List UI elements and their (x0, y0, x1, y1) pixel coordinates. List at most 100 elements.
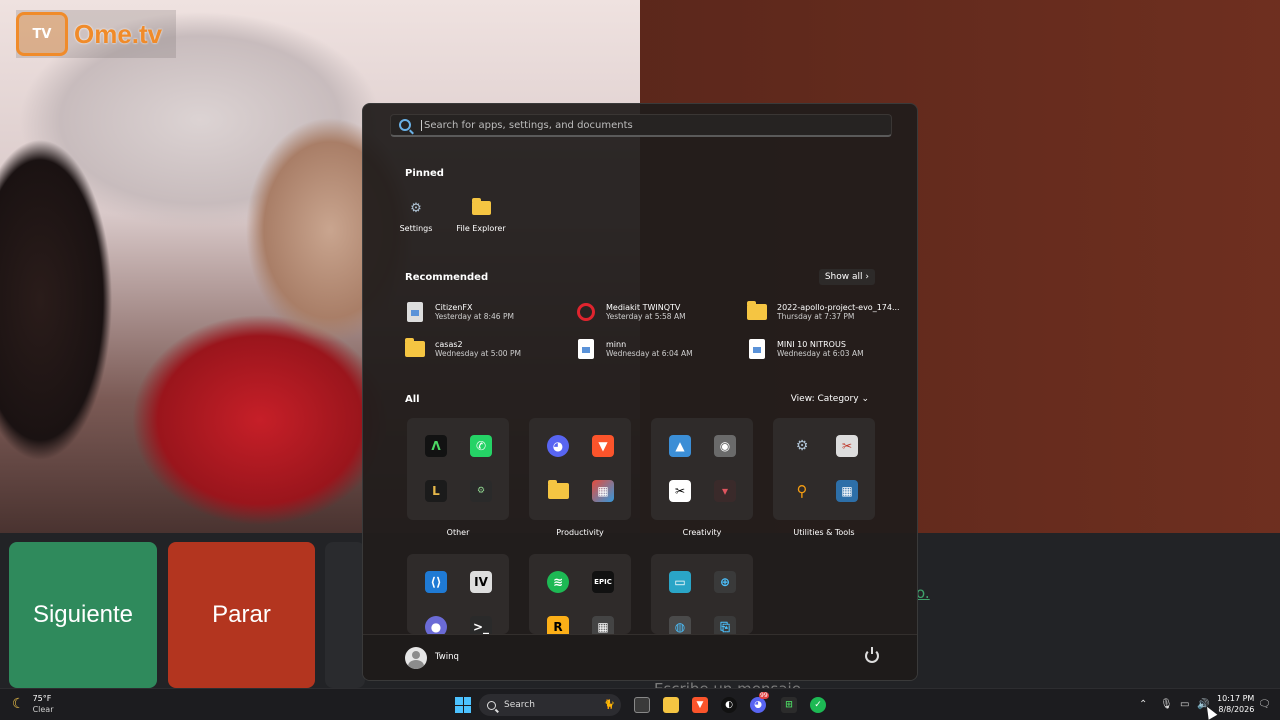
recommended-item[interactable]: casas2 Wednesday at 5:00 PM (405, 334, 565, 364)
pinned-label: Settings (399, 224, 433, 233)
recommended-item[interactable]: 2022-apollo-project-evo_174... Thursday a… (747, 297, 907, 327)
chat-link[interactable]: o. (916, 584, 930, 602)
document-icon (576, 338, 596, 360)
whatsapp-icon: ✆ (470, 435, 492, 457)
show-all-label: Show all (824, 272, 863, 282)
start-search-input[interactable] (421, 119, 881, 131)
show-all-button[interactable]: Show all › (818, 269, 875, 285)
category-group-entertainment[interactable]: ≋ EPIC R ▦ (529, 554, 631, 638)
vscode-icon: ⟨⟩ (425, 571, 447, 593)
magnifier-icon: ⊕ (714, 571, 736, 593)
chevron-right-icon: › (865, 272, 869, 282)
rec-date: Yesterday at 5:58 AM (606, 312, 686, 321)
capcut-icon: ✂ (669, 480, 691, 502)
rec-name: MINI 10 NITROUS (777, 340, 846, 349)
taskbar-search[interactable]: Search 🐈 (479, 694, 621, 716)
start-menu: Pinned ⚙ Settings File Explorer Recommen… (362, 103, 918, 681)
logo-text: Ome.tv (74, 18, 163, 49)
gear-icon: ⚙ (410, 200, 422, 216)
epic-games-icon: EPIC (592, 571, 614, 593)
ometv-logo[interactable]: TV Ome.tv (16, 10, 176, 58)
category-group-productivity[interactable]: ◕ ▼ ▦ (529, 418, 631, 520)
category-group-creativity[interactable]: ▲ ◉ ✂ ▾ (651, 418, 753, 520)
category-group-development[interactable]: ⟨⟩ IV ● >_ (407, 554, 509, 638)
screen: TV Ome.tv Siguiente Parar o. Escribe un … (0, 0, 1280, 720)
brave-icon: ▼ (592, 435, 614, 457)
pinned-heading: Pinned (405, 168, 444, 179)
microphone-icon[interactable]: 🎙 (1160, 699, 1173, 710)
camera-icon: ◉ (714, 435, 736, 457)
app-cluster-icon: ⚙ (470, 480, 492, 502)
avatar[interactable] (405, 647, 427, 669)
clock-date: 8/8/2026 (1218, 705, 1255, 714)
app-cluster-icon: ▦ (592, 480, 614, 502)
remote-desktop-icon: ▭ (669, 571, 691, 593)
discord-icon[interactable]: ◕ (750, 697, 766, 713)
group-label: Other (446, 528, 470, 537)
pinned-file-explorer[interactable]: File Explorer (449, 197, 513, 233)
search-icon (487, 700, 496, 710)
start-search-box[interactable] (390, 114, 892, 137)
group-label: Productivity (556, 528, 604, 537)
snipping-icon: ✂ (836, 435, 858, 457)
rec-name: Mediakit TWINQTV (606, 303, 681, 312)
rec-date: Thursday at 7:37 PM (777, 312, 855, 321)
recommended-item[interactable]: MINI 10 NITROUS Wednesday at 6:03 AM (747, 334, 907, 364)
all-heading: All (405, 394, 420, 405)
recommended-heading: Recommended (405, 272, 489, 283)
rec-date: Wednesday at 6:04 AM (606, 349, 693, 358)
taskbar-search-label: Search (504, 700, 535, 710)
app-icon[interactable]: ✓ (810, 697, 826, 713)
network-icon[interactable]: ▭ (1180, 699, 1189, 710)
app-icon: L (425, 480, 447, 502)
photos-icon: ▲ (669, 435, 691, 457)
windows-start-icon[interactable] (455, 697, 471, 713)
app-icon: Λ (425, 435, 447, 457)
pinned-settings[interactable]: ⚙ Settings (384, 197, 448, 234)
app-icon: IV (470, 571, 492, 593)
folder-icon (470, 197, 492, 219)
taskbar-clock[interactable]: 10:17 PM 8/8/2026 (1217, 693, 1254, 715)
category-group-utilities[interactable]: ⚙ ✂ ⚲ ▦ (773, 418, 875, 520)
folder-icon (747, 301, 767, 323)
chevron-down-icon: ⌄ (861, 394, 869, 404)
app-icon[interactable]: ⊞ (781, 697, 797, 713)
rec-date: Wednesday at 6:03 AM (777, 349, 864, 358)
clock-time: 10:17 PM (1217, 694, 1255, 703)
recommended-item[interactable]: Mediakit TWINQTV Yesterday at 5:58 AM (576, 297, 736, 327)
document-icon (747, 338, 767, 360)
rec-name: CitizenFX (435, 303, 473, 312)
power-icon[interactable] (865, 647, 879, 663)
task-view-icon[interactable] (634, 697, 650, 713)
view-category-dropdown[interactable]: View: Category ⌄ (785, 391, 875, 407)
rec-date: Yesterday at 8:46 PM (435, 312, 514, 321)
stop-button[interactable]: Parar (168, 542, 315, 688)
cat-icon: 🐈 (603, 700, 615, 710)
discord-icon: ◕ (547, 435, 569, 457)
view-label: View: Category (790, 394, 859, 404)
recommended-item[interactable]: minn Wednesday at 6:04 AM (576, 334, 736, 364)
notifications-icon[interactable]: 🗨 (1258, 699, 1271, 710)
moon-icon: ☾ (12, 696, 25, 712)
user-name[interactable]: Twinq (435, 652, 459, 662)
app-icon[interactable]: ◐ (721, 697, 737, 713)
rec-name: minn (606, 340, 627, 349)
recommended-item[interactable]: CitizenFX Yesterday at 8:46 PM (405, 297, 565, 327)
gear-icon: ⚙ (795, 438, 809, 454)
app-cluster-icon: ▾ (714, 480, 736, 502)
pinned-label: File Explorer (456, 224, 506, 233)
next-button[interactable]: Siguiente (9, 542, 157, 688)
folder-icon (405, 338, 425, 360)
magnifier-icon: ⚲ (796, 482, 808, 500)
chevron-up-icon[interactable]: ⌃ (1139, 699, 1147, 710)
file-explorer-icon[interactable] (663, 697, 679, 713)
chat-messages-area (325, 542, 365, 688)
weather-widget[interactable]: ☾ 75°F Clear (12, 693, 53, 715)
rec-date: Wednesday at 5:00 PM (435, 349, 521, 358)
category-group-system[interactable]: ▭ ⊕ ◍ ⎘ (651, 554, 753, 638)
brave-icon[interactable]: ▼ (692, 697, 708, 713)
rec-name: 2022-apollo-project-evo_174... (777, 303, 900, 312)
app-cluster-icon: ▦ (836, 480, 858, 502)
category-group-other[interactable]: Λ ✆ L ⚙ (407, 418, 509, 520)
taskbar: ☾ 75°F Clear Search 🐈 ▼ ◐ ◕ 99 ⊞ ✓ ⌃ 🎙 ▭… (0, 688, 1280, 720)
